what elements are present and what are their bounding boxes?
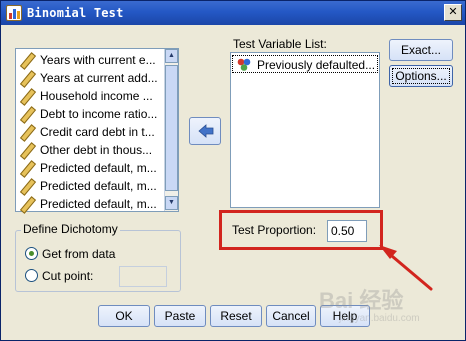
list-item[interactable]: Other debt in thous... bbox=[16, 141, 162, 159]
scale-variable-icon bbox=[20, 143, 34, 157]
variable-label: Predicted default, m... bbox=[40, 197, 157, 211]
variable-label: Predicted default, m... bbox=[40, 161, 157, 175]
nominal-variable-icon bbox=[237, 58, 251, 71]
variable-label: Credit card debt in t... bbox=[40, 125, 155, 139]
source-variable-list[interactable]: Years with current e... Years at current … bbox=[15, 48, 179, 212]
close-icon[interactable]: ✕ bbox=[444, 4, 462, 21]
window-title: Binomial Test bbox=[27, 6, 124, 20]
scale-variable-icon bbox=[20, 71, 34, 85]
list-item[interactable]: Predicted default, m... bbox=[16, 195, 162, 213]
variable-label: Household income ... bbox=[40, 89, 153, 103]
binomial-test-dialog: Binomial Test ✕ Years with current e... Y… bbox=[0, 0, 466, 341]
title-bar: Binomial Test ✕ bbox=[1, 1, 465, 25]
list-item[interactable]: Predicted default, m... bbox=[16, 177, 162, 195]
cut-point-radio[interactable] bbox=[25, 269, 38, 282]
scale-variable-icon bbox=[20, 179, 34, 193]
scale-variable-icon bbox=[20, 53, 34, 67]
ok-button[interactable]: OK bbox=[98, 305, 150, 327]
cut-point-input[interactable] bbox=[119, 266, 167, 287]
variable-label: Years at current add... bbox=[40, 71, 158, 85]
test-variable-list[interactable]: Previously defaulted... bbox=[230, 52, 380, 208]
get-from-data-radio[interactable] bbox=[25, 247, 38, 260]
exact-button[interactable]: Exact... bbox=[389, 39, 453, 61]
watermark-url: jingyan.baidu.com bbox=[339, 313, 420, 324]
get-from-data-label: Get from data bbox=[42, 247, 116, 261]
list-item[interactable]: Debt to income ratio... bbox=[16, 105, 162, 123]
list-item[interactable]: Years at current add... bbox=[16, 69, 162, 87]
scale-variable-icon bbox=[20, 107, 34, 121]
scroll-down-icon[interactable]: ▼ bbox=[165, 196, 178, 210]
paste-button[interactable]: Paste bbox=[154, 305, 206, 327]
scale-variable-icon bbox=[20, 161, 34, 175]
variable-label: Years with current e... bbox=[40, 53, 156, 67]
vertical-scrollbar[interactable]: ▲ ▼ bbox=[164, 49, 178, 211]
move-variable-button[interactable] bbox=[189, 117, 221, 145]
options-button[interactable]: Options... bbox=[389, 65, 453, 87]
test-variable-list-label: Test Variable List: bbox=[233, 37, 327, 51]
list-item[interactable]: Years with current e... bbox=[16, 51, 162, 69]
scale-variable-icon bbox=[20, 125, 34, 139]
test-variable-label: Previously defaulted... bbox=[257, 58, 376, 72]
spss-app-icon bbox=[6, 5, 22, 21]
variable-label: Debt to income ratio... bbox=[40, 107, 158, 121]
scroll-thumb[interactable] bbox=[165, 65, 178, 191]
list-item[interactable]: Predicted default, m... bbox=[16, 159, 162, 177]
list-item[interactable]: Previously defaulted... bbox=[232, 55, 378, 73]
variable-label: Other debt in thous... bbox=[40, 143, 153, 157]
cancel-button[interactable]: Cancel bbox=[266, 305, 316, 327]
list-item[interactable]: Household income ... bbox=[16, 87, 162, 105]
scale-variable-icon bbox=[20, 197, 34, 211]
scale-variable-icon bbox=[20, 89, 34, 103]
list-item[interactable]: Credit card debt in t... bbox=[16, 123, 162, 141]
cut-point-label: Cut point: bbox=[42, 269, 94, 283]
scroll-up-icon[interactable]: ▲ bbox=[165, 49, 178, 63]
define-dichotomy-title: Define Dichotomy bbox=[21, 222, 120, 236]
test-proportion-input[interactable]: 0.50 bbox=[327, 220, 367, 242]
reset-button[interactable]: Reset bbox=[210, 305, 262, 327]
arrow-right-icon bbox=[198, 124, 214, 138]
watermark-logo: Bai 经验 bbox=[319, 288, 404, 313]
variable-label: Predicted default, m... bbox=[40, 179, 157, 193]
test-proportion-label: Test Proportion: bbox=[232, 223, 317, 237]
